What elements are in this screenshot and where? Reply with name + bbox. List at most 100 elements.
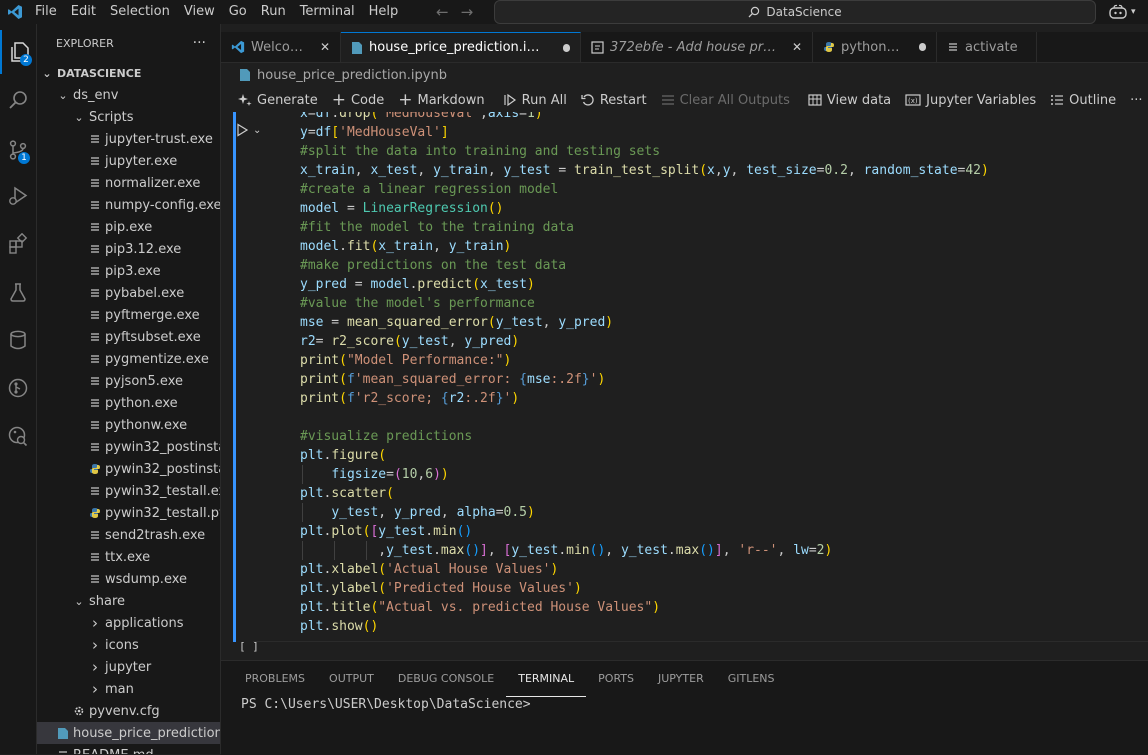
editor-tab[interactable]: 372ebfe - Add house price pred... ✕ — [581, 32, 813, 62]
panel-tab-output[interactable]: OUTPUT — [317, 661, 386, 697]
jupyter-variables-button[interactable]: (x) Jupyter Variables — [898, 89, 1043, 111]
tree-item[interactable]: ⌄ ds_env — [37, 84, 220, 106]
terminal-prompt[interactable]: PS C:\Users\USER\Desktop\DataScience> — [241, 697, 531, 712]
vscode-logo-icon[interactable] — [4, 0, 26, 24]
tree-item[interactable]: README.md — [37, 744, 220, 754]
tree-item[interactable]: pip.exe — [37, 216, 220, 238]
menu-edit[interactable]: Edit — [64, 0, 103, 24]
tree-item[interactable]: pip3.exe — [37, 260, 220, 282]
tree-item[interactable]: › man — [37, 678, 220, 700]
menu-help[interactable]: Help — [362, 0, 406, 24]
editor-tab[interactable]: python.py — [813, 32, 937, 62]
code-line: y=df['MedHouseVal'] — [300, 123, 989, 142]
tree-item[interactable]: pywin32_testall.exe — [37, 480, 220, 502]
copilot-icon[interactable]: ▾ — [1108, 2, 1140, 22]
code-content[interactable]: x=df.drop('MedHouseVal',axis=1) y=df['Med… — [300, 112, 989, 636]
breadcrumb-file[interactable]: house_price_prediction.ipynb — [257, 68, 447, 83]
tree-item[interactable]: jupyter-trust.exe — [37, 128, 220, 150]
clear-all-outputs-button[interactable]: Clear All Outputs — [654, 89, 797, 111]
panel-tab-debug-console[interactable]: DEBUG CONSOLE — [386, 661, 506, 697]
tree-item[interactable]: ⌄ Scripts — [37, 106, 220, 128]
run-cell-icon[interactable] — [235, 123, 249, 137]
generate-button[interactable]: Generate — [231, 89, 325, 111]
tree-item[interactable]: ttx.exe — [37, 546, 220, 568]
run-debug-activity[interactable] — [0, 174, 36, 218]
gitlens-inspect-activity[interactable] — [0, 414, 36, 458]
tree-item[interactable]: send2trash.exe — [37, 524, 220, 546]
source-control-activity[interactable]: 1 — [0, 128, 36, 172]
code-token: mse — [527, 372, 551, 387]
restart-button[interactable]: Restart — [574, 89, 654, 111]
tree-item[interactable]: python.exe — [37, 392, 220, 414]
tree-item[interactable]: ⌄ share — [37, 590, 220, 612]
title-bar: File Edit Selection View Go Run Terminal Help ←… — [0, 0, 1148, 24]
editor-tab[interactable]: house_price_prediction.ipynb — [341, 32, 581, 62]
tree-item[interactable]: numpy-config.exe — [37, 194, 220, 216]
tree-item[interactable]: pip3.12.exe — [37, 238, 220, 260]
unsaved-dot-icon[interactable] — [562, 43, 570, 52]
more-actions-button[interactable]: ··· — [1123, 89, 1148, 111]
run-all-button[interactable]: Run All — [496, 89, 574, 111]
unsaved-dot-icon[interactable] — [918, 43, 926, 51]
tree-item[interactable]: wsdump.exe — [37, 568, 220, 590]
code-token: y_train — [448, 239, 504, 254]
tree-item[interactable]: normalizer.exe — [37, 172, 220, 194]
tree-item[interactable]: › jupyter — [37, 656, 220, 678]
tree-item[interactable]: pyvenv.cfg — [37, 700, 220, 722]
chevron-down-icon[interactable]: ⌄ — [253, 125, 261, 136]
chevron-down-icon: ⌄ — [74, 594, 84, 608]
gitlens-activity[interactable] — [0, 366, 36, 410]
extensions-activity[interactable] — [0, 222, 36, 266]
code-line: model = LinearRegression() — [300, 199, 989, 218]
explorer-activity[interactable]: 2 — [0, 30, 38, 74]
code-token: 10 — [401, 467, 418, 482]
tree-item[interactable]: pythonw.exe — [37, 414, 220, 436]
explorer-more-actions[interactable]: ··· — [193, 35, 206, 51]
menu-selection[interactable]: Selection — [103, 0, 177, 24]
close-icon[interactable]: ✕ — [320, 40, 330, 54]
tree-item[interactable]: pyftmerge.exe — [37, 304, 220, 326]
tree-item-label: pybabel.exe — [105, 285, 185, 301]
close-icon[interactable]: ✕ — [792, 40, 802, 54]
tree-item[interactable]: pyftsubset.exe — [37, 326, 220, 348]
tree-item[interactable]: house_price_prediction.i... — [37, 722, 220, 744]
tree-item[interactable]: › icons — [37, 634, 220, 656]
panel-tab-ports[interactable]: PORTS — [586, 661, 646, 697]
menu-file[interactable]: File — [28, 0, 64, 24]
add-code-cell-button[interactable]: + Code — [325, 89, 392, 111]
menu-run[interactable]: Run — [254, 0, 293, 24]
database-activity[interactable] — [0, 318, 36, 362]
editor-tab[interactable]: activate — [937, 32, 1037, 62]
panel-tab-problems[interactable]: PROBLEMS — [233, 661, 317, 697]
tree-item[interactable]: pyjson5.exe — [37, 370, 220, 392]
testing-activity[interactable] — [0, 270, 36, 314]
tree-item[interactable]: pywin32_testall.py — [37, 502, 220, 524]
panel-tab-terminal[interactable]: TERMINAL — [506, 661, 587, 697]
command-center-search[interactable]: DataScience — [494, 0, 1096, 24]
editor-tab[interactable]: Welcome ✕ — [221, 32, 341, 62]
tree-item[interactable]: pygmentize.exe — [37, 348, 220, 370]
tree-item[interactable]: › applications — [37, 612, 220, 634]
add-markdown-cell-button[interactable]: + Markdown — [391, 89, 491, 111]
code-token: fit — [346, 239, 371, 254]
menu-view[interactable]: View — [177, 0, 222, 24]
tree-item[interactable]: pywin32_postinstall.e... — [37, 436, 220, 458]
code-token: #split the data into training and testin… — [300, 144, 661, 159]
panel-tab-jupyter[interactable]: JUPYTER — [646, 661, 716, 697]
tree-item[interactable]: jupyter.exe — [37, 150, 220, 172]
menu-go[interactable]: Go — [222, 0, 254, 24]
tree-item-label: pywin32_testall.exe — [105, 483, 220, 499]
outline-button[interactable]: Outline — [1043, 89, 1123, 111]
view-data-button[interactable]: View data — [801, 89, 898, 111]
panel-tab-gitlens[interactable]: GITLENS — [716, 661, 787, 697]
restart-icon — [581, 94, 594, 106]
tree-item[interactable]: pybabel.exe — [37, 282, 220, 304]
search-activity[interactable] — [0, 78, 36, 122]
menu-terminal[interactable]: Terminal — [293, 0, 362, 24]
workspace-root[interactable]: ⌄ DATASCIENCE — [37, 62, 220, 84]
forward-arrow-icon[interactable]: → — [461, 3, 474, 21]
file-icon — [88, 309, 102, 321]
back-arrow-icon[interactable]: ← — [436, 3, 449, 21]
tree-item[interactable]: pywin32_postinstall.py — [37, 458, 220, 480]
